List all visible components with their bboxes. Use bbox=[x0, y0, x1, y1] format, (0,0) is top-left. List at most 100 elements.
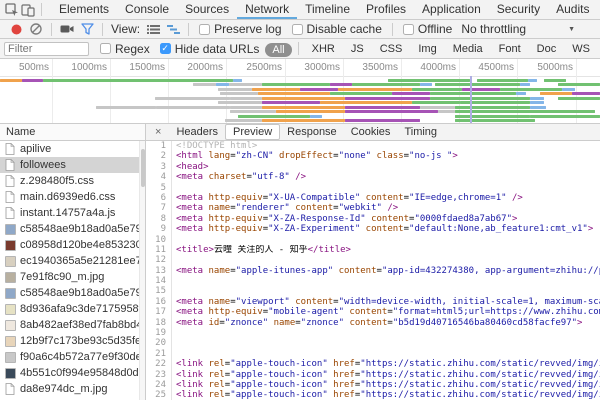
waterfall-bar bbox=[412, 101, 460, 104]
waterfall-bar bbox=[155, 97, 230, 100]
timeline-overview[interactable]: 500ms1000ms1500ms2000ms2500ms3000ms3500m… bbox=[0, 59, 600, 124]
detail-tabbar: × HeadersPreviewResponseCookiesTiming bbox=[146, 124, 600, 141]
request-row[interactable]: ec1940365a5e21281ee71856... bbox=[0, 253, 145, 269]
filter-funnel-icon[interactable] bbox=[78, 20, 96, 38]
filter-pill-xhr[interactable]: XHR bbox=[305, 42, 342, 56]
preview-source-code[interactable]: 1<!DOCTYPE html>2<html lang="zh-CN" drop… bbox=[146, 141, 600, 400]
filter-pill-media[interactable]: Media bbox=[446, 42, 490, 56]
waterfall-bar bbox=[345, 97, 430, 100]
request-row[interactable]: 4b551c0f994e95848d0dda09... bbox=[0, 365, 145, 381]
request-row[interactable]: 7e91f8c90_m.jpg bbox=[0, 269, 145, 285]
requests-scrollbar[interactable] bbox=[139, 141, 145, 400]
clear-icon[interactable] bbox=[27, 20, 45, 38]
detail-tab-preview[interactable]: Preview bbox=[225, 124, 280, 140]
gridline bbox=[52, 59, 53, 123]
code-line: 6<meta http-equiv="X-UA-Compatible" cont… bbox=[146, 193, 600, 203]
request-row[interactable]: instant.14757a4a.js bbox=[0, 205, 145, 221]
panel-tab-application[interactable]: Application bbox=[414, 0, 489, 19]
image-file-icon bbox=[4, 255, 16, 267]
request-row[interactable]: followees bbox=[0, 157, 145, 173]
source-text: <meta http-equiv="mobile-agent" content=… bbox=[172, 307, 600, 317]
waterfall-bar bbox=[530, 106, 546, 109]
line-number: 11 bbox=[146, 245, 172, 255]
ruler-divider bbox=[0, 76, 600, 77]
waterfall-bar bbox=[193, 83, 216, 86]
regex-checkbox[interactable]: Regex bbox=[100, 42, 150, 56]
gridline bbox=[226, 59, 227, 123]
image-file-icon bbox=[4, 223, 16, 235]
request-list: apilive followees z.298480f5.cssmain.d6939… bbox=[0, 141, 145, 400]
scrollbar-thumb[interactable] bbox=[141, 149, 145, 187]
waterfall-bar bbox=[330, 92, 392, 95]
code-line: 10 bbox=[146, 235, 600, 245]
throttling-select[interactable]: No throttling ▼ bbox=[461, 22, 575, 36]
panel-tab-sources[interactable]: Sources bbox=[177, 0, 237, 19]
name-column-header[interactable]: Name bbox=[0, 124, 145, 141]
close-icon[interactable]: × bbox=[146, 126, 169, 138]
request-row[interactable]: z.298480f5.css bbox=[0, 173, 145, 189]
screenshot-camera-icon[interactable] bbox=[58, 20, 76, 38]
detail-tab-headers[interactable]: Headers bbox=[169, 125, 225, 139]
panel-tab-network[interactable]: Network bbox=[237, 0, 297, 19]
waterfall-bar bbox=[300, 88, 338, 91]
request-row[interactable]: 8d936afa9c3de7175958fae5... bbox=[0, 301, 145, 317]
detail-tabs: HeadersPreviewResponseCookiesTiming bbox=[169, 124, 444, 140]
panel-tab-audits[interactable]: Audits bbox=[548, 0, 597, 19]
filter-pill-font[interactable]: Font bbox=[492, 42, 528, 56]
waterfall-bar bbox=[22, 79, 43, 82]
time-tick-label: 2500ms bbox=[230, 62, 282, 73]
filter-pill-css[interactable]: CSS bbox=[373, 42, 410, 56]
panel-tab-timeline[interactable]: Timeline bbox=[297, 0, 358, 19]
source-text: <meta name="renderer" content="webkit" /… bbox=[172, 203, 398, 213]
panel-tab-console[interactable]: Console bbox=[117, 0, 177, 19]
filter-pill-js[interactable]: JS bbox=[344, 42, 371, 56]
waterfall-bar bbox=[558, 83, 600, 86]
detail-pane: × HeadersPreviewResponseCookiesTiming 1<… bbox=[146, 124, 600, 400]
load-event-marker bbox=[470, 76, 472, 123]
request-row[interactable]: apilive bbox=[0, 141, 145, 157]
waterfall-bar bbox=[528, 79, 537, 82]
waterfall-view-icon[interactable] bbox=[164, 20, 182, 38]
panel-tab-security[interactable]: Security bbox=[489, 0, 548, 19]
waterfall-bar bbox=[262, 83, 330, 86]
filter-pill-doc[interactable]: Doc bbox=[530, 42, 564, 56]
view-list-icon[interactable] bbox=[144, 20, 162, 38]
hide-data-urls-checkbox[interactable]: ✓Hide data URLs bbox=[160, 42, 260, 56]
offline-checkbox[interactable]: Offline bbox=[403, 22, 452, 36]
request-row[interactable]: 8ab482aef38ed7fab8bd4314... bbox=[0, 317, 145, 333]
request-row[interactable]: f90a6c4b572a77e9f30de153... bbox=[0, 349, 145, 365]
inspect-element-icon[interactable] bbox=[5, 1, 19, 19]
waterfall-bar bbox=[338, 88, 412, 91]
panel-tab-profiles[interactable]: Profiles bbox=[358, 0, 414, 19]
source-text bbox=[172, 286, 176, 296]
request-name: followees bbox=[20, 159, 66, 171]
panel-tabs: ElementsConsoleSourcesNetworkTimelinePro… bbox=[51, 0, 600, 19]
code-line: 25<link rel="apple-touch-icon" href="htt… bbox=[146, 390, 600, 400]
source-text bbox=[172, 328, 176, 338]
waterfall-bar bbox=[229, 83, 262, 86]
record-icon[interactable] bbox=[7, 20, 25, 38]
filter-pill-all[interactable]: All bbox=[265, 43, 291, 57]
filter-input[interactable] bbox=[4, 42, 89, 56]
request-row[interactable]: c08958d120be4e853230649... bbox=[0, 237, 145, 253]
request-row[interactable]: da8e974dc_m.jpg bbox=[0, 381, 145, 397]
request-row[interactable]: main.d6939ed6.css bbox=[0, 189, 145, 205]
source-text: <link rel="apple-touch-icon" href="https… bbox=[172, 359, 600, 369]
device-toolbar-icon[interactable] bbox=[21, 1, 35, 19]
request-row[interactable]: c58548ae9b18ad0a5e79fe4e... bbox=[0, 285, 145, 301]
document-file-icon bbox=[4, 175, 16, 187]
detail-tab-timing[interactable]: Timing bbox=[397, 125, 444, 139]
time-tick-label: 4500ms bbox=[462, 62, 514, 73]
gridline bbox=[110, 59, 111, 123]
panel-tab-elements[interactable]: Elements bbox=[51, 0, 117, 19]
disable-cache-checkbox[interactable]: Disable cache bbox=[292, 22, 382, 36]
divider bbox=[188, 23, 189, 36]
request-row[interactable]: 12b9f7c173be93c5d35fea2d... bbox=[0, 333, 145, 349]
detail-tab-cookies[interactable]: Cookies bbox=[344, 125, 398, 139]
filter-pill-ws[interactable]: WS bbox=[565, 42, 597, 56]
request-row[interactable]: c58548ae9b18ad0a5e79fe4e... bbox=[0, 221, 145, 237]
filter-pill-img[interactable]: Img bbox=[411, 42, 443, 56]
waterfall-bar bbox=[540, 92, 572, 95]
preserve-log-checkbox[interactable]: Preserve log bbox=[199, 22, 281, 36]
detail-tab-response[interactable]: Response bbox=[280, 125, 344, 139]
